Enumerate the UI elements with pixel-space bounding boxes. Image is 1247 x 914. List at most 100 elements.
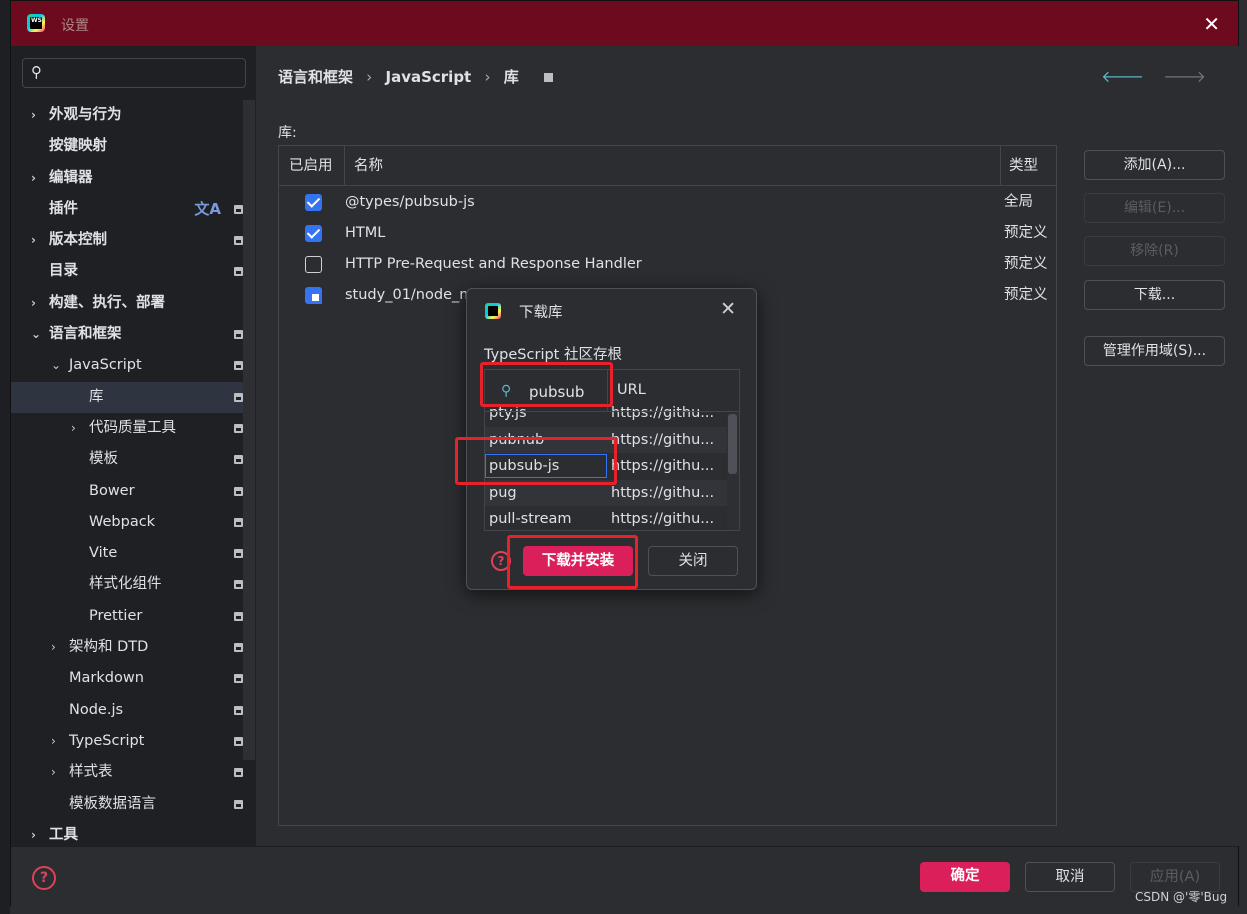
- sidebar-item[interactable]: › 外观与行为: [11, 100, 243, 131]
- chevron-right-icon[interactable]: ›: [31, 100, 36, 131]
- bottom-bar: ? 确定 取消 应用(A): [11, 846, 1238, 907]
- table-row[interactable]: HTTP Pre-Request and Response Handler 预定义: [279, 249, 1056, 280]
- settings-search-input[interactable]: ⚲: [22, 58, 246, 88]
- project-scope-icon: [234, 330, 243, 340]
- sidebar-item[interactable]: 模板数据语言: [11, 789, 243, 820]
- library-action-button[interactable]: 移除(R): [1084, 236, 1225, 266]
- sidebar-item[interactable]: Vite: [11, 538, 243, 569]
- project-scope-icon: [234, 455, 243, 465]
- sidebar-scrollbar[interactable]: [243, 100, 255, 760]
- stub-list-scrollbar[interactable]: [727, 412, 739, 530]
- table-row[interactable]: @types/pubsub-js 全局: [279, 187, 1056, 218]
- sidebar-item[interactable]: Node.js: [11, 695, 243, 726]
- stub-url: https://githu...: [611, 511, 715, 527]
- sidebar-item-label: 架构和 DTD: [69, 639, 149, 656]
- library-action-button[interactable]: 管理作用域(S)...: [1084, 336, 1225, 366]
- chevron-right-icon[interactable]: ›: [51, 726, 56, 757]
- enabled-checkbox[interactable]: [305, 287, 322, 304]
- sidebar-item-label: 模板数据语言: [69, 795, 156, 812]
- sidebar-item-label: 构建、执行、部署: [49, 294, 165, 311]
- stub-name: pull-stream: [489, 511, 572, 527]
- sidebar-item[interactable]: › 构建、执行、部署: [11, 288, 243, 319]
- annotation-box-selection: [455, 437, 617, 485]
- chevron-right-icon[interactable]: ›: [31, 288, 36, 319]
- project-scope-icon: [234, 423, 243, 433]
- library-action-button[interactable]: 下载...: [1084, 280, 1225, 310]
- chevron-down-icon[interactable]: ⌄: [51, 350, 61, 381]
- sidebar-item[interactable]: › 版本控制: [11, 225, 243, 256]
- sidebar-item[interactable]: 模板: [11, 444, 243, 475]
- enabled-checkbox[interactable]: [305, 256, 322, 273]
- scrollbar-thumb[interactable]: [728, 414, 737, 474]
- sidebar-item[interactable]: ⌄ JavaScript: [11, 350, 243, 381]
- chevron-right-icon[interactable]: ›: [51, 632, 56, 663]
- translate-icon: 文A: [194, 199, 221, 218]
- enabled-checkbox[interactable]: [305, 194, 322, 211]
- navigation-arrows: 🡐 🡒: [1101, 66, 1206, 86]
- column-url: URL: [617, 382, 646, 398]
- sidebar-item-label: 外观与行为: [49, 107, 122, 123]
- breadcrumb-item[interactable]: JavaScript: [385, 68, 471, 86]
- cancel-button[interactable]: 取消: [1025, 862, 1115, 892]
- sidebar-item[interactable]: › 架构和 DTD: [11, 632, 243, 663]
- library-name: study_01/node_m: [345, 287, 474, 303]
- help-icon[interactable]: ?: [32, 866, 56, 890]
- sidebar-item[interactable]: 插件 文A: [11, 194, 243, 225]
- webstorm-logo-icon: WS: [27, 14, 45, 32]
- sidebar-item-label: 模板: [89, 451, 118, 468]
- sidebar-item[interactable]: Prettier: [11, 601, 243, 632]
- chevron-right-icon[interactable]: ›: [31, 163, 36, 194]
- breadcrumb-item[interactable]: 语言和框架: [278, 68, 353, 86]
- sidebar-item[interactable]: 目录: [11, 256, 243, 287]
- annotation-box-search: [480, 362, 613, 407]
- search-icon: ⚲: [31, 63, 42, 81]
- sidebar-item[interactable]: Markdown: [11, 663, 243, 694]
- sidebar-item[interactable]: › 编辑器: [11, 163, 243, 194]
- chevron-right-icon[interactable]: ›: [71, 413, 76, 444]
- dialog-subtitle: TypeScript 社区存根: [484, 347, 622, 363]
- stub-url: https://githu...: [611, 458, 715, 474]
- watermark: CSDN @'零'Bug: [1135, 890, 1228, 904]
- close-icon[interactable]: ✕: [720, 298, 736, 320]
- column-divider: [1000, 146, 1001, 186]
- sidebar-item[interactable]: › 样式表: [11, 757, 243, 788]
- sidebar-item[interactable]: › 代码质量工具: [11, 413, 243, 444]
- sidebar-item[interactable]: Webpack: [11, 507, 243, 538]
- column-type[interactable]: 类型: [1009, 146, 1038, 186]
- forward-arrow-icon[interactable]: 🡒: [1163, 67, 1206, 86]
- chevron-right-icon[interactable]: ›: [31, 225, 36, 256]
- sidebar-item[interactable]: 样式化组件: [11, 569, 243, 600]
- library-action-button[interactable]: 添加(A)...: [1084, 150, 1225, 180]
- enabled-checkbox[interactable]: [305, 225, 322, 242]
- column-divider: [344, 146, 345, 186]
- column-name[interactable]: 名称: [354, 146, 383, 186]
- webstorm-logo-icon: [485, 303, 501, 319]
- library-name: HTML: [345, 225, 386, 241]
- list-item[interactable]: pull-stream https://githu...: [485, 506, 727, 530]
- column-enabled[interactable]: 已启用: [289, 146, 333, 186]
- sidebar-item-label: Webpack: [89, 513, 156, 530]
- sidebar-item[interactable]: › TypeScript: [11, 726, 243, 757]
- chevron-down-icon[interactable]: ⌄: [31, 319, 41, 350]
- close-button[interactable]: 关闭: [648, 546, 738, 576]
- breadcrumb-separator: ›: [484, 68, 491, 86]
- project-scope-icon: [234, 611, 243, 621]
- chevron-right-icon[interactable]: ›: [51, 757, 56, 788]
- sidebar-item-label: 按键映射: [49, 138, 107, 155]
- project-scope-icon: [234, 361, 243, 371]
- sidebar-item[interactable]: Bower: [11, 476, 243, 507]
- table-row[interactable]: HTML 预定义: [279, 218, 1056, 249]
- table-header: 已启用 名称 类型: [279, 146, 1056, 186]
- sidebar-item-label: 版本控制: [49, 232, 107, 249]
- sidebar-item-label: JavaScript: [69, 357, 142, 374]
- back-arrow-icon[interactable]: 🡐: [1101, 67, 1144, 86]
- sidebar-item[interactable]: ⌄ 语言和框架: [11, 319, 243, 350]
- sidebar-item[interactable]: 库: [11, 381, 243, 413]
- library-action-button[interactable]: 编辑(E)...: [1084, 193, 1225, 223]
- close-icon[interactable]: ✕: [1203, 12, 1220, 36]
- ok-button[interactable]: 确定: [920, 862, 1010, 892]
- title-bar: WS 设置 ✕: [11, 1, 1238, 46]
- annotation-box-download: [507, 535, 638, 589]
- sidebar-item[interactable]: 按键映射: [11, 131, 243, 162]
- breadcrumb: 语言和框架 › JavaScript › 库: [278, 66, 561, 87]
